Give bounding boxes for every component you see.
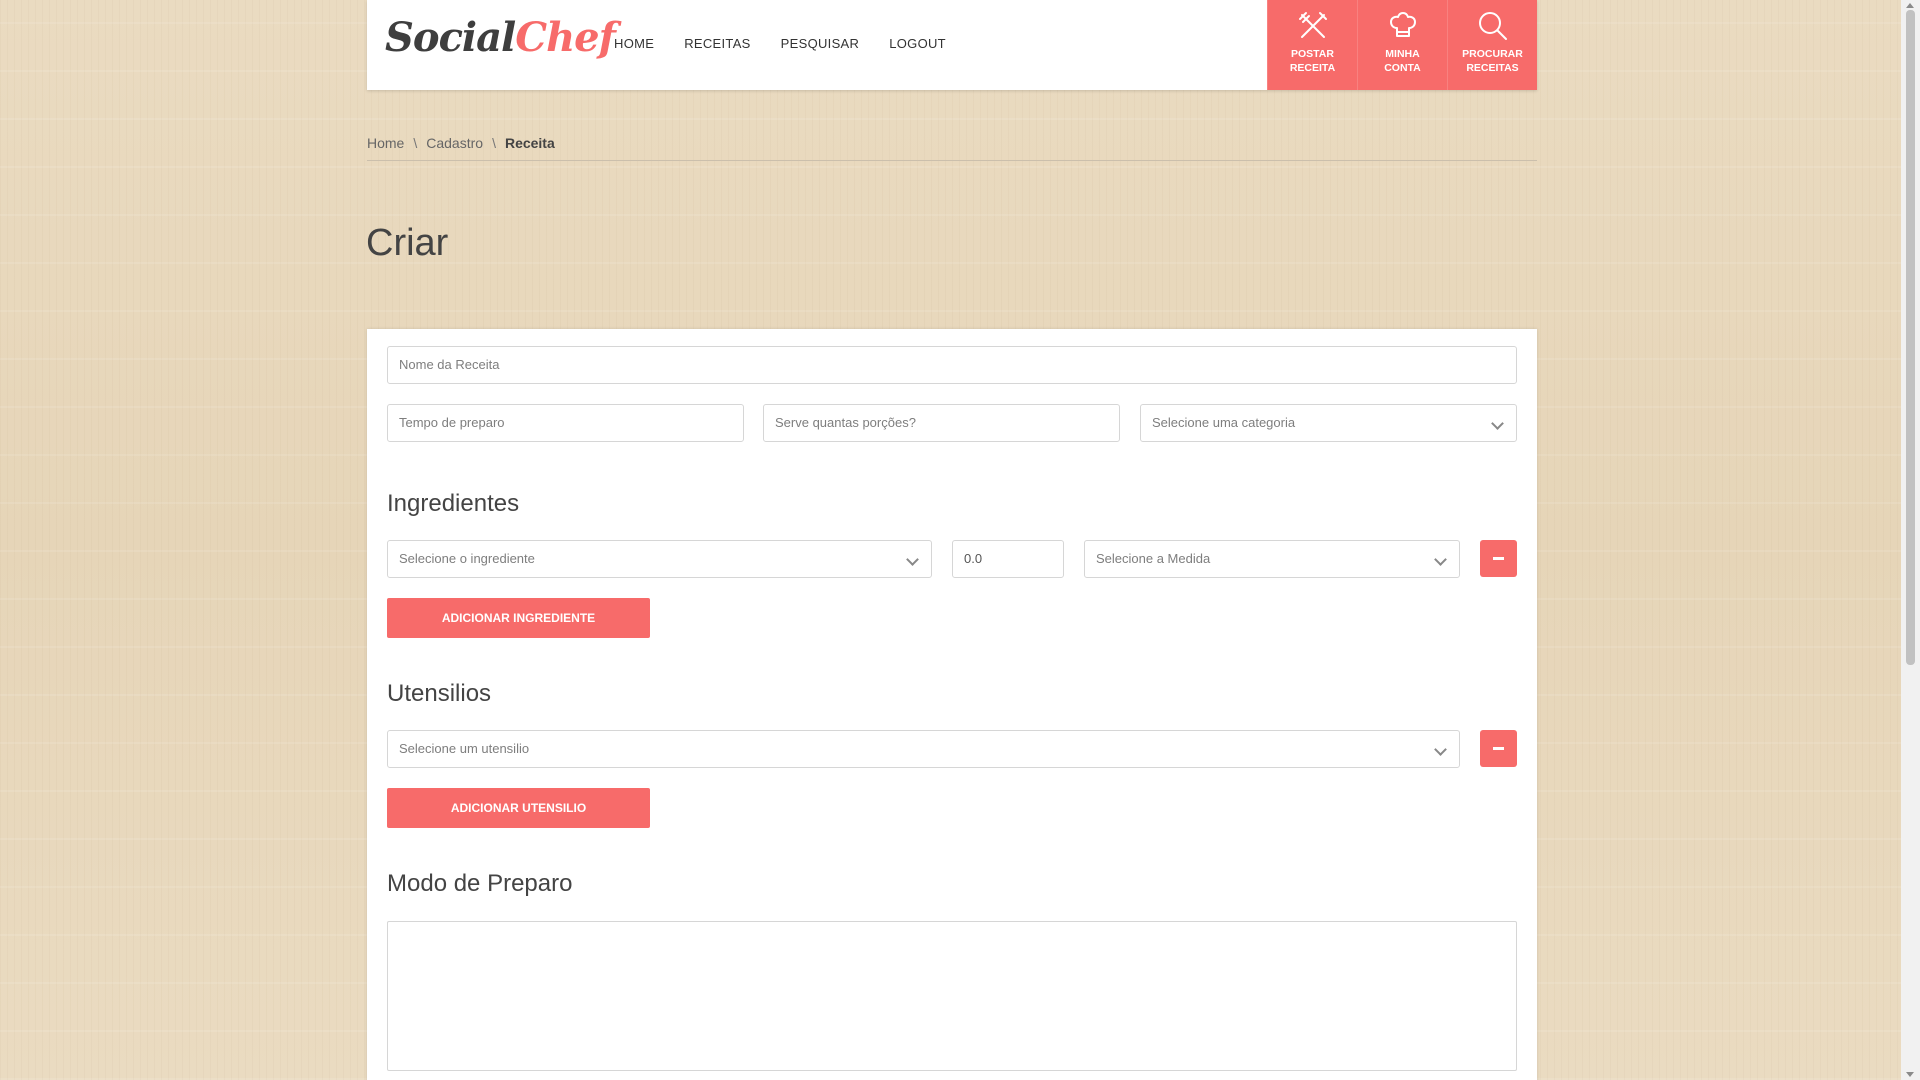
my-account-button[interactable]: MINHA CONTA [1357,0,1447,90]
add-ingredient-button[interactable]: ADICIONAR INGREDIENTE [387,598,650,638]
logo-part-social: Social [385,14,516,61]
utensils-icon [1298,12,1327,38]
search-recipes-label-2: RECEITAS [1466,62,1519,74]
breadcrumb-current: Receita [504,135,555,151]
ingredient-select[interactable]: Selecione o ingrediente [387,540,932,578]
nav-pesquisar[interactable]: PESQUISAR [781,36,860,51]
search-recipes-button[interactable]: PROCURAR RECEITAS [1447,0,1537,90]
utensil-placeholder: Selecione um utensilio [399,741,530,756]
recipe-form: Nome da Receita Tempo de preparo Serve q… [367,329,1537,1080]
prep-time-placeholder: Tempo de preparo [399,415,505,430]
category-placeholder: Selecione uma categoria [1152,415,1296,430]
my-account-label-2: CONTA [1384,62,1421,74]
chevron-down-icon [1434,743,1447,756]
site-header: SocialChef HOME RECEITAS PESQUISAR LOGOU… [367,0,1537,90]
page-scrollbar[interactable] [1901,0,1920,1080]
post-recipe-label-1: POSTAR [1291,48,1334,60]
header-actions: POSTAR RECEITA MINHA CONTA PROCURAR RECE… [1267,0,1537,90]
ingredients-heading: Ingredientes [387,490,520,517]
my-account-label-1: MINHA [1385,48,1420,60]
page-title: Criar [366,222,449,264]
quantity-value: 0.0 [964,551,983,566]
utensils-heading: Utensilios [387,680,492,707]
chevron-down-icon [1491,417,1504,430]
post-recipe-label-2: RECEITA [1289,62,1336,74]
measure-placeholder: Selecione a Medida [1096,551,1211,566]
recipe-name-input[interactable]: Nome da Receita [387,346,1517,384]
breadcrumb-separator: \ [413,135,418,151]
servings-input[interactable]: Serve quantas porções? [763,404,1120,442]
remove-ingredient-button[interactable] [1480,540,1517,577]
chevron-down-icon [1434,553,1447,566]
prep-time-input[interactable]: Tempo de preparo [387,404,744,442]
breadcrumb-cadastro[interactable]: Cadastro [426,135,483,151]
method-heading: Modo de Preparo [387,870,573,897]
page-viewport: SocialChef HOME RECEITAS PESQUISAR LOGOU… [0,0,1901,1080]
post-recipe-button[interactable]: POSTAR RECEITA [1267,0,1357,90]
search-icon [1478,12,1507,40]
utensil-select[interactable]: Selecione um utensilio [387,730,1460,768]
servings-placeholder: Serve quantas porções? [775,415,916,430]
breadcrumb: Home \ Cadastro \ Receita [367,135,1537,161]
search-recipes-label-1: PROCURAR [1462,48,1523,60]
minus-icon [1493,747,1504,750]
nav-logout[interactable]: LOGOUT [889,36,946,51]
main-nav: HOME RECEITAS PESQUISAR LOGOUT [614,36,946,51]
recipe-name-placeholder: Nome da Receita [399,357,500,372]
chevron-down-icon [906,553,919,566]
chef-hat-icon [1389,12,1416,37]
scroll-down-icon[interactable] [1906,1072,1914,1077]
logo-part-chef: Chef [515,14,616,61]
scrollbar-thumb[interactable] [1906,10,1915,665]
measure-select[interactable]: Selecione a Medida [1084,540,1460,578]
logo[interactable]: SocialChef [385,14,616,61]
quantity-input[interactable]: 0.0 [952,540,1064,578]
breadcrumb-home[interactable]: Home [367,135,404,151]
minus-icon [1493,557,1504,560]
add-utensil-button[interactable]: ADICIONAR UTENSILIO [387,788,650,828]
nav-receitas[interactable]: RECEITAS [684,36,750,51]
remove-utensil-button[interactable] [1480,730,1517,767]
ingredient-placeholder: Selecione o ingrediente [399,551,535,566]
method-textarea[interactable] [387,921,1517,1071]
scroll-up-icon[interactable] [1906,3,1914,8]
nav-home[interactable]: HOME [614,36,654,51]
category-select[interactable]: Selecione uma categoria [1140,404,1517,442]
breadcrumb-separator: \ [492,135,496,151]
